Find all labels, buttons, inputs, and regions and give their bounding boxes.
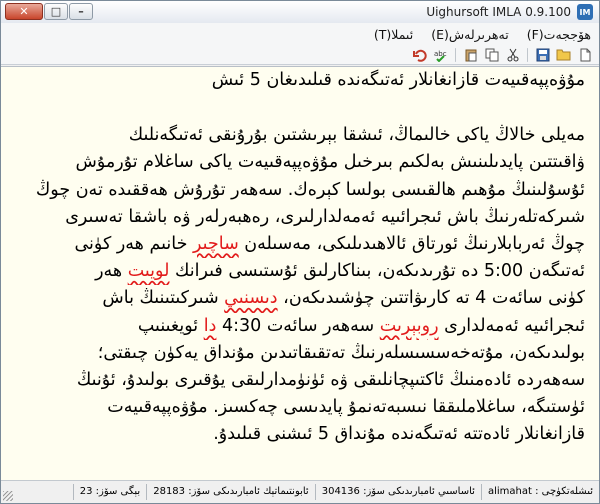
document-line: سەھەردە ئادەمنىڭ ئاكتىپچانلىقى ۋە ئۈنۈمد… xyxy=(76,369,585,390)
toolbar-separator xyxy=(455,47,456,62)
document-line: ئۇسۇلىنىڭ مۇھىم ھالقىسى بولسا كېرەك. سەھ… xyxy=(35,179,585,200)
misspelled-word[interactable]: دىسنىي xyxy=(224,288,277,308)
document-line: كۈنى سائەت 4 تە كارىۋاتتىن چۈشىدىكەن، دى… xyxy=(102,288,585,309)
svg-text:abc: abc xyxy=(434,50,447,58)
undo-icon[interactable] xyxy=(411,46,428,63)
document-line: مەيلى خالاڭ ياكى خالىماڭ، ئىشقا بېرىشتىن… xyxy=(128,125,585,146)
misspelled-word[interactable]: لويىت xyxy=(128,261,170,281)
menu-edit[interactable]: تەھرىرلەش(E) xyxy=(431,27,509,42)
document-line: بولىدىكەن، مۇتەخەسسىسلەرنىڭ تەتقىقاتىدىن… xyxy=(97,342,585,363)
resize-grip[interactable] xyxy=(3,491,13,501)
document-line: ئەتىگەن 5:00 دە تۇرىدىكەن، بىناكارلىق ئۇ… xyxy=(95,261,585,282)
text-editor[interactable]: مۇۋەپپەقىيەت قازانغانلار ئەتىگەندە قىلىد… xyxy=(1,66,599,482)
misspelled-word[interactable]: دا xyxy=(204,316,217,336)
status-bar: ئىشلەتكۈچى : alimahat ئاساسىي ئامبارىدىك… xyxy=(1,480,599,503)
document-content[interactable]: مۇۋەپپەقىيەت قازانغانلار ئەتىگەندە قىلىد… xyxy=(13,67,585,448)
new-document-icon[interactable] xyxy=(576,46,593,63)
status-user: ئىشلەتكۈچى : alimahat xyxy=(480,484,599,500)
toolbar-separator xyxy=(527,47,528,62)
misspelled-word[interactable]: ساچىر xyxy=(193,234,239,254)
window-controls: ✕ □ – xyxy=(5,3,93,20)
document-line: چوڭ ئەربابلارنىڭ ئورتاق ئالاھىدىلىكى، مە… xyxy=(74,233,585,254)
app-logo-icon: IM xyxy=(577,4,593,20)
window-title: Uighursoft IMLA 0.9.100 xyxy=(426,5,571,19)
open-folder-icon[interactable] xyxy=(555,46,572,63)
status-main-dictionary-count: ئاساسىي ئامبارىدىكى سۆز: 304136 xyxy=(314,484,481,500)
document-line: قازانغانلار ئادەتتە ئەتىگەندە مۇنداق 5 ئ… xyxy=(213,424,585,445)
menu-spelling[interactable]: ئىملا(T) xyxy=(374,27,413,42)
document-line: ئۈستىگە، ساغلاملىققا نىسبەتەنمۇ پايدىسى … xyxy=(107,397,585,418)
document-line: ئىجرائىيە ئەمەلدارى روبېرىت سەھەر سائەت … xyxy=(137,315,585,336)
toolbar: abc xyxy=(1,45,599,65)
app-window: ✕ □ – Uighursoft IMLA 0.9.100 IM ھۆججەت(… xyxy=(0,0,600,504)
menu-file[interactable]: ھۆججەت(F) xyxy=(527,27,591,42)
misspelled-word[interactable]: روبېرىت xyxy=(380,316,439,336)
minimize-icon[interactable]: – xyxy=(69,3,93,20)
paste-icon[interactable] xyxy=(462,46,479,63)
spell-check-icon[interactable]: abc xyxy=(432,46,449,63)
save-icon[interactable] xyxy=(534,46,551,63)
title-bar[interactable]: ✕ □ – Uighursoft IMLA 0.9.100 IM xyxy=(1,1,599,24)
close-icon[interactable]: ✕ xyxy=(5,3,43,20)
document-line: شىركەتلەرنىڭ باش ئىجرائىيە ئەمەلدارلىرى،… xyxy=(65,206,585,227)
cut-icon[interactable] xyxy=(504,46,521,63)
document-line: ۋاقىتتىن پايدىلىنىش بەلكىم بىرخىل مۇۋەپپ… xyxy=(75,152,585,173)
maximize-icon[interactable]: □ xyxy=(44,3,68,20)
copy-icon[interactable] xyxy=(483,46,500,63)
menu-bar: ھۆججەت(F) تەھرىرلەش(E) ئىملا(T) xyxy=(1,23,599,45)
document-heading: مۇۋەپپەقىيەت قازانغانلار ئەتىگەندە قىلىد… xyxy=(211,70,585,90)
status-user-dictionary-count: ئابونتىماتېك ئامبارىدىكى سۆز: 28183 xyxy=(146,484,315,500)
status-word-count: بېگى سۆز: 23 xyxy=(72,484,147,500)
